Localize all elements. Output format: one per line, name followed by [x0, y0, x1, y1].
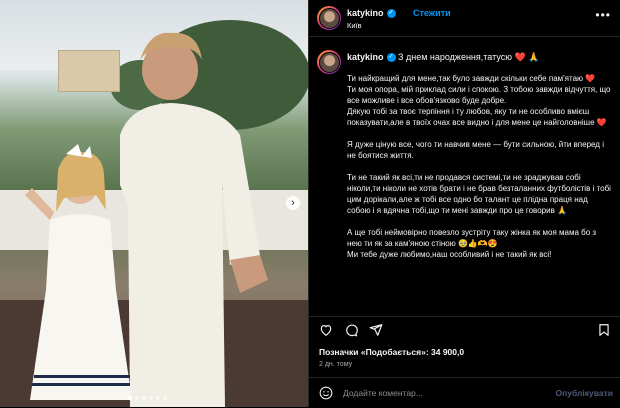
verified-badge-icon: ✓ [386, 53, 396, 63]
chevron-right-icon: › [291, 197, 295, 209]
more-options-icon[interactable]: ••• [595, 9, 611, 21]
carousel-dot [135, 396, 139, 400]
carousel-dot [163, 396, 167, 400]
next-slide-button[interactable]: › [286, 196, 300, 210]
likes-count[interactable]: Позначки «Подобається»: 34 900,0 [319, 347, 464, 357]
post-time: 2 дн. тому [319, 361, 353, 368]
caption-body: Ти найкращий для мене,так було завжди ск… [347, 73, 612, 271]
caption-paragraph: Ти найкращий для мене,так було завжди ск… [347, 74, 611, 127]
comment-icon[interactable] [344, 323, 358, 337]
caption-paragraph: А ще тобі неймовірно повезло зустріту та… [347, 228, 597, 259]
post-actions [309, 316, 620, 341]
post-location[interactable]: Київ [347, 21, 362, 30]
carousel-dot [128, 396, 132, 400]
caption-paragraph: Ти не такий як всі,ти не продався систем… [347, 173, 611, 215]
emoji-icon[interactable] [319, 386, 333, 400]
carousel-indicator [128, 396, 167, 400]
caption-paragraph: Я дуже ціную все, чого ти навчив мене — … [347, 140, 604, 160]
heart-icon[interactable] [319, 323, 333, 337]
publish-button[interactable]: Опублікувати [556, 388, 613, 398]
photo-girl [25, 144, 132, 400]
carousel-dot [149, 396, 153, 400]
caption-header: katykino ✓ З днем народження,татусю ❤️ 🙏 [347, 52, 609, 63]
caption-first-line-emoji: ❤️ 🙏 [514, 52, 540, 62]
caption-avatar[interactable] [317, 50, 341, 74]
post-side-panel: katykino ✓ Стежити Київ ••• katykino ✓ З д… [308, 0, 620, 407]
post-photo[interactable]: › [0, 0, 308, 407]
post-username[interactable]: katykino ✓ [347, 8, 396, 19]
comment-bar: Опублікувати [309, 377, 620, 408]
send-icon[interactable] [369, 323, 383, 337]
avatar[interactable] [317, 6, 341, 30]
bookmark-icon[interactable] [597, 323, 611, 337]
caption-first-line: З днем народження,татусю [398, 52, 512, 62]
caption-username[interactable]: katykino [347, 52, 384, 62]
carousel-dot [142, 396, 146, 400]
post-caption: katykino ✓ З днем народження,татусю ❤️ 🙏 … [309, 36, 620, 316]
follow-button[interactable]: Стежити [413, 8, 451, 18]
post-modal: › katykino ✓ Стежити Київ ••• katykino ✓ З… [0, 0, 620, 407]
verified-badge-icon: ✓ [386, 9, 396, 19]
post-header: katykino ✓ Стежити Київ ••• [309, 0, 620, 37]
carousel-dot [156, 396, 160, 400]
comment-input[interactable] [343, 385, 543, 401]
